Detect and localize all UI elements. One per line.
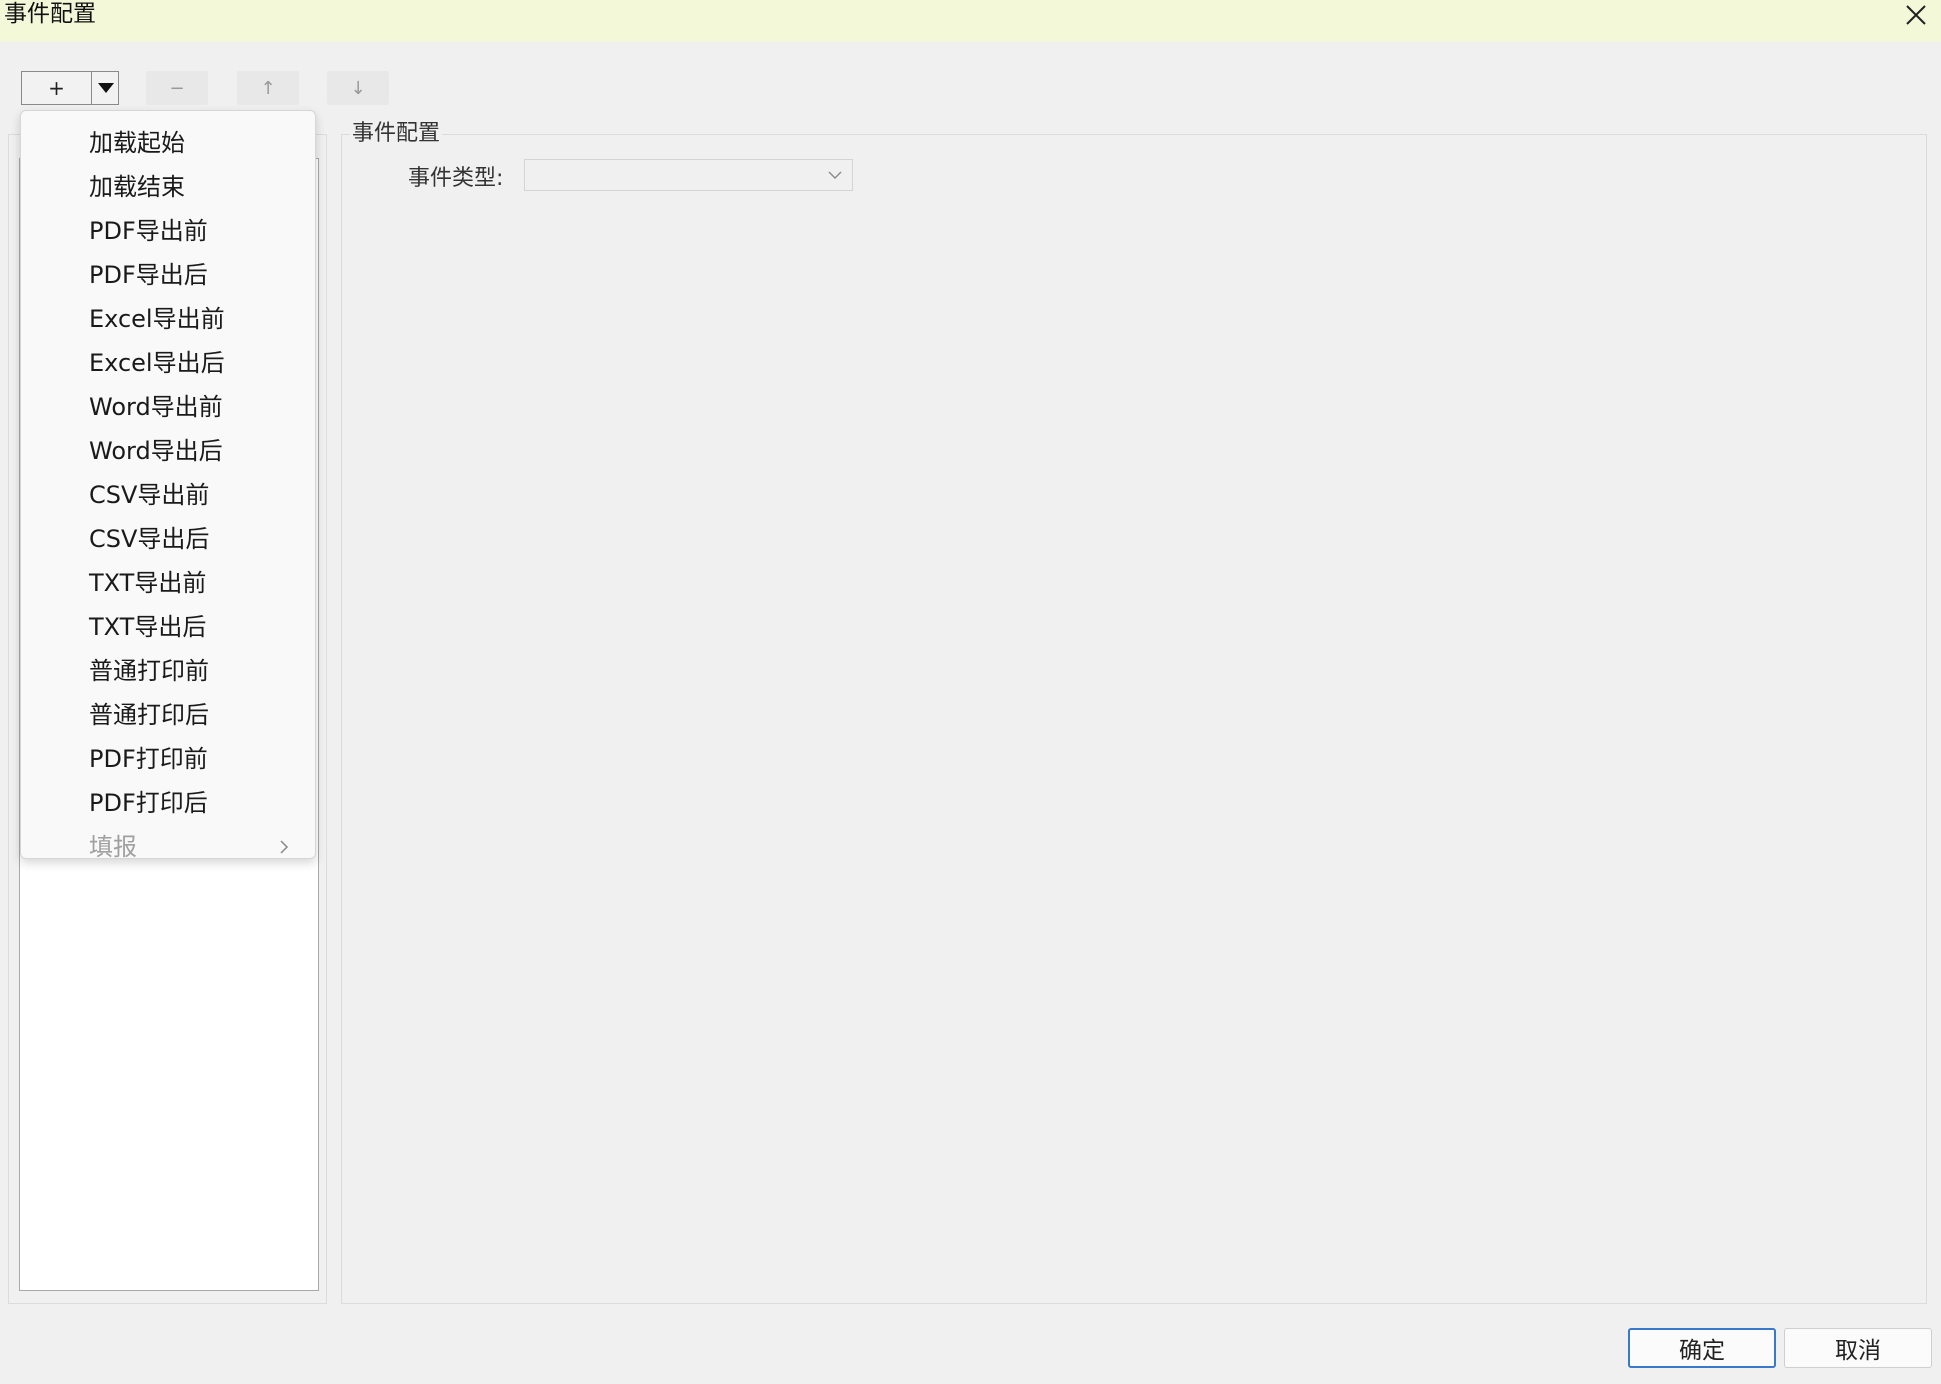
menu-item[interactable]: CSV导出前 [21, 473, 315, 517]
event-config-group [341, 134, 1927, 1304]
event-config-legend: 事件配置 [350, 120, 443, 148]
close-button[interactable] [1891, 0, 1941, 30]
chevron-down-icon [828, 171, 842, 179]
event-type-select[interactable] [524, 159, 853, 191]
menu-item[interactable]: 普通打印后 [21, 693, 315, 737]
cancel-button[interactable]: 取消 [1784, 1328, 1932, 1368]
add-event-dropdown-menu: 加载起始加载结束 PDF导出前 PDF导出后 Excel导出前 Excel导出后 Word… [20, 110, 316, 861]
event-type-label: 事件类型: [408, 166, 504, 191]
menu-item-label: CSV导出前 [89, 481, 210, 509]
menu-item-label: 普通打印前 [89, 657, 209, 685]
menu-item-label: 加载起始 [89, 129, 185, 157]
menu-item-label: PDF打印前 [89, 745, 208, 773]
menu-item[interactable]: Word导出前 [21, 385, 315, 429]
title-bar: 事件配置 [0, 0, 1941, 42]
caret-down-icon [97, 83, 114, 93]
menu-item-label: 加载结束 [89, 173, 185, 201]
menu-item[interactable]: PDF导出后 [21, 253, 315, 297]
menu-item[interactable]: TXT导出前 [21, 561, 315, 605]
menu-item-label: Excel导出后 [89, 349, 225, 377]
menu-item: 填报 [21, 825, 315, 869]
menu-item[interactable]: PDF打印前 [21, 737, 315, 781]
menu-item-label: PDF导出后 [89, 261, 208, 289]
menu-item-label: PDF打印后 [89, 789, 208, 817]
remove-button[interactable]: − [146, 71, 208, 105]
menu-item-label: TXT导出前 [89, 569, 207, 597]
menu-item[interactable]: PDF导出前 [21, 209, 315, 253]
ok-button[interactable]: 确定 [1628, 1328, 1776, 1368]
menu-item[interactable]: CSV导出后 [21, 517, 315, 561]
menu-item-label: 填报 [89, 833, 137, 861]
menu-item-label: Word导出后 [89, 437, 223, 465]
menu-item[interactable]: 普通打印前 [21, 649, 315, 693]
menu-item[interactable]: Word导出后 [21, 429, 315, 473]
menu-item[interactable]: PDF打印后 [21, 781, 315, 825]
menu-item-label: Word导出前 [89, 393, 223, 421]
window-title: 事件配置 [4, 1, 96, 27]
close-icon [1906, 5, 1926, 25]
menu-item-label: TXT导出后 [89, 613, 207, 641]
menu-item-label: Excel导出前 [89, 305, 225, 333]
move-up-button[interactable]: ↑ [237, 71, 299, 105]
chevron-right-icon [280, 840, 289, 854]
add-button[interactable]: + [22, 72, 91, 104]
event-type-dropdown-arrow[interactable] [818, 160, 852, 190]
menu-item[interactable]: 加载起始 [21, 121, 315, 165]
menu-item-label: PDF导出前 [89, 217, 208, 245]
add-event-split-button[interactable]: + [21, 71, 119, 105]
move-down-button[interactable]: ↓ [327, 71, 389, 105]
menu-item[interactable]: Excel导出后 [21, 341, 315, 385]
add-dropdown-toggle[interactable] [91, 72, 119, 104]
menu-item[interactable]: 加载结束 [21, 165, 315, 209]
menu-item-label: CSV导出后 [89, 525, 210, 553]
menu-item[interactable]: Excel导出前 [21, 297, 315, 341]
menu-item-label: 普通打印后 [89, 701, 209, 729]
menu-item[interactable]: TXT导出后 [21, 605, 315, 649]
